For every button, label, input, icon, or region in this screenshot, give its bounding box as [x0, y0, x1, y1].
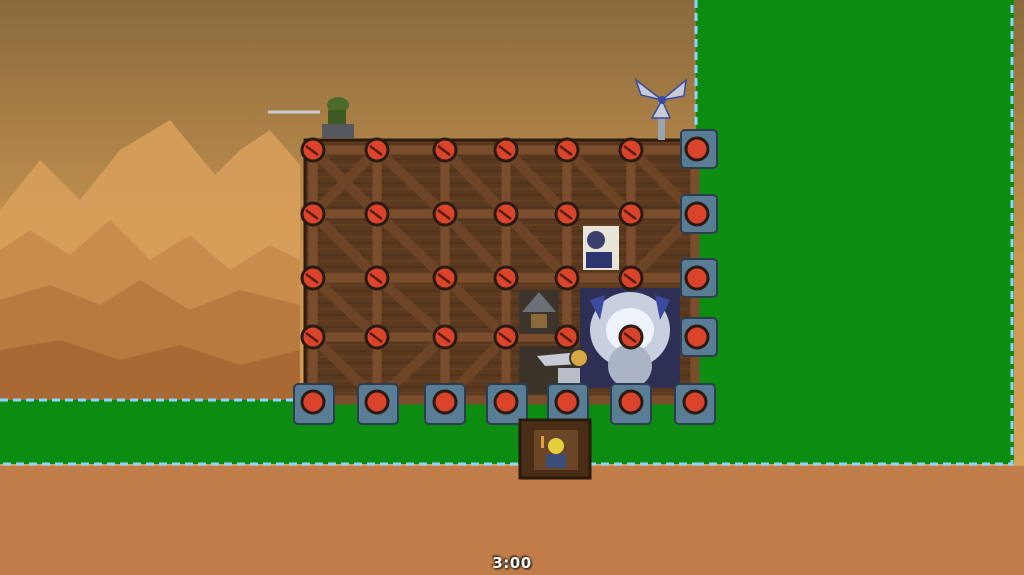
build-zone-right [696, 0, 1014, 464]
build-zone-bottom [0, 400, 700, 464]
miner-icon[interactable] [518, 418, 592, 480]
cannon-weapon-icon[interactable] [583, 226, 619, 270]
game-scene[interactable] [0, 0, 1024, 575]
metal-mine-icon[interactable] [519, 290, 559, 334]
match-timer: 3:00 [492, 554, 532, 572]
